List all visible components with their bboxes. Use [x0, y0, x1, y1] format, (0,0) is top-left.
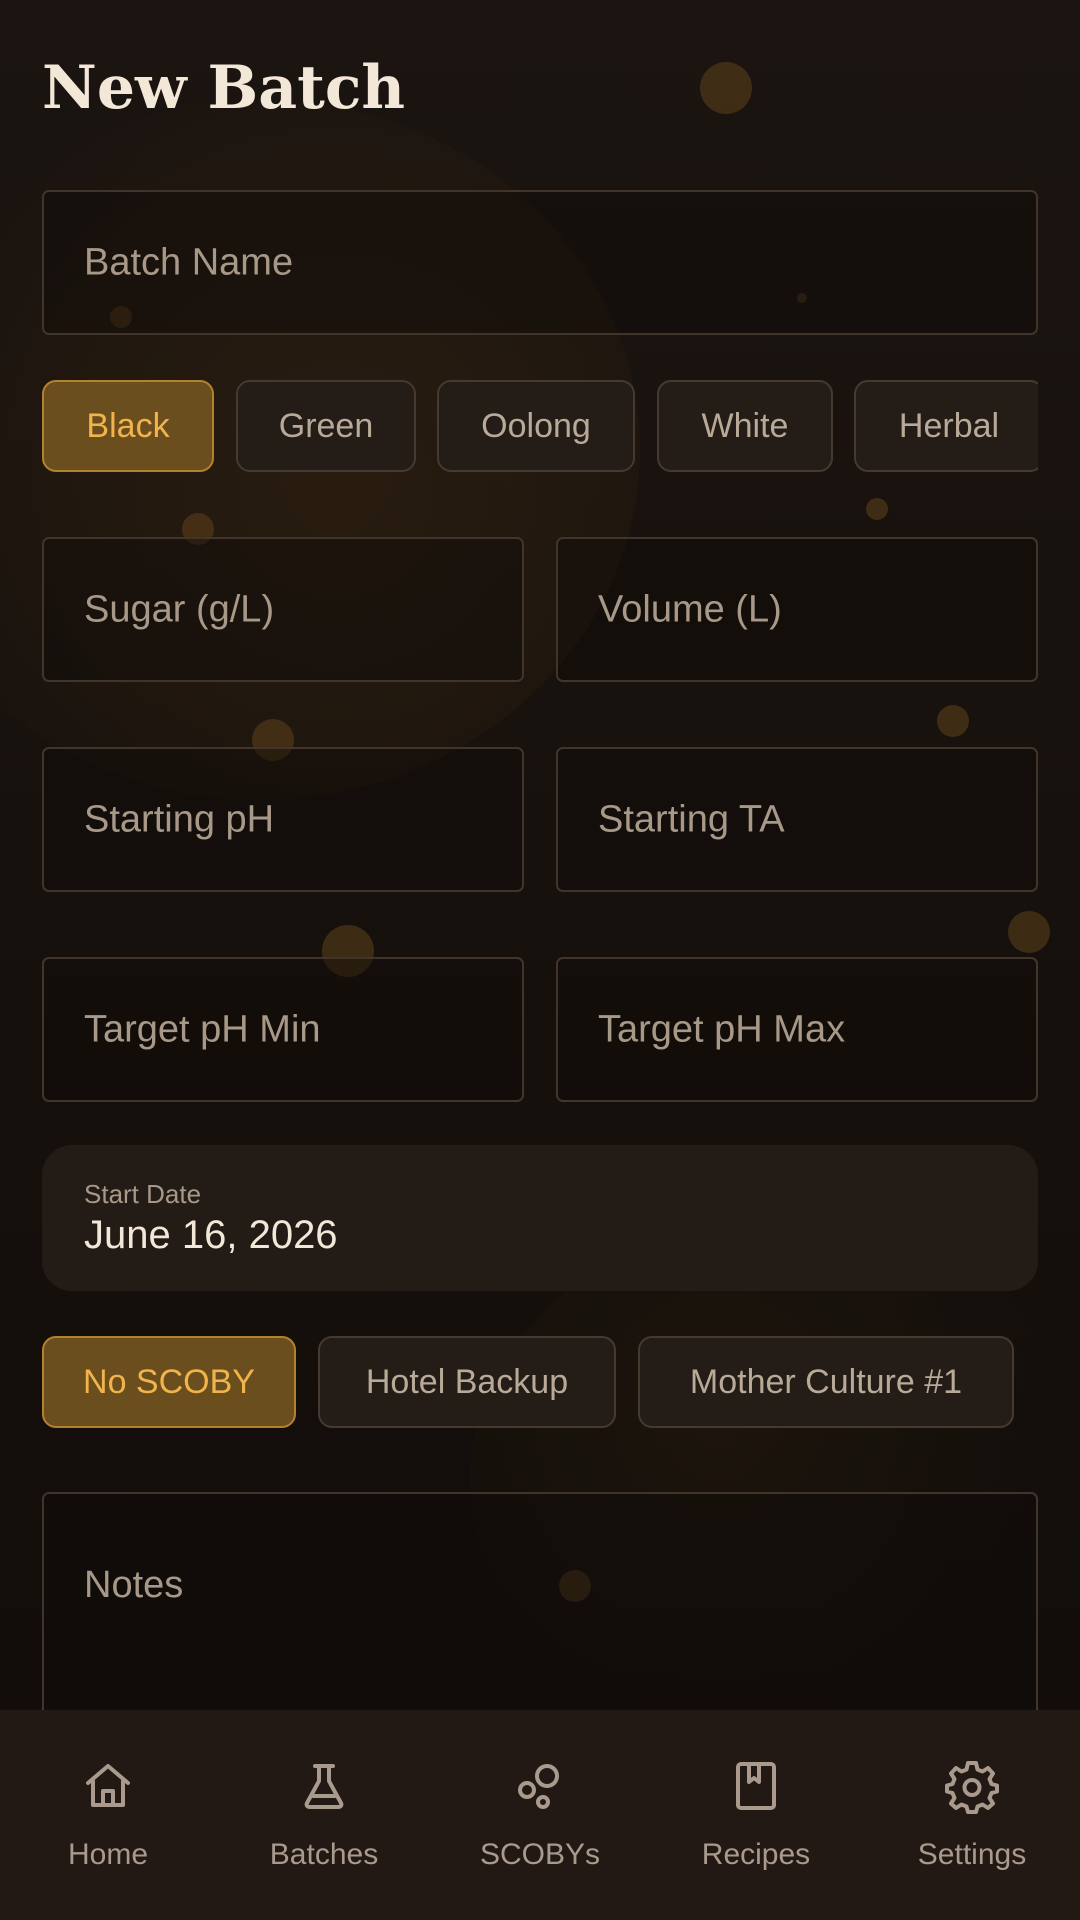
nav-label-batches: Batches — [269, 1838, 379, 1871]
tea-type-chip-white[interactable]: White — [657, 380, 833, 472]
chip-label: Hotel Backup — [365, 1362, 569, 1401]
page-title: New Batch — [42, 53, 406, 123]
target-ph-min-field[interactable]: Target pH Min — [42, 957, 524, 1102]
tea-type-chip-oolong[interactable]: Oolong — [437, 380, 635, 472]
start-date-picker[interactable]: Start Date June 16, 2026 — [42, 1145, 1038, 1291]
nav-item-settings[interactable]: Settings — [864, 1710, 1080, 1920]
chip-label: No SCOBY — [83, 1362, 255, 1401]
nav-item-batches[interactable]: Batches — [216, 1710, 432, 1920]
nav-item-home[interactable]: Home — [0, 1710, 216, 1920]
nav-label-scobys: SCOBYs — [479, 1838, 601, 1871]
tea-type-chip-black[interactable]: Black — [42, 380, 214, 472]
start-date-value: June 16, 2026 — [84, 1213, 338, 1257]
scoby-chip-mother-culture[interactable]: Mother Culture #1 — [638, 1336, 1014, 1428]
sugar-placeholder: Sugar (g/L) — [84, 588, 275, 630]
nav-label-settings: Settings — [917, 1838, 1027, 1871]
tea-type-chip-green[interactable]: Green — [236, 380, 416, 472]
gear-icon — [944, 1758, 1000, 1814]
volume-field[interactable]: Volume (L) — [556, 537, 1038, 682]
flask-icon — [296, 1758, 352, 1814]
starting-ta-placeholder: Starting TA — [598, 798, 785, 840]
new-batch-form: New Batch Batch Name Black Green Oolong … — [42, 0, 1038, 1752]
sugar-field[interactable]: Sugar (g/L) — [42, 537, 524, 682]
target-ph-max-field[interactable]: Target pH Max — [556, 957, 1038, 1102]
starting-ta-field[interactable]: Starting TA — [556, 747, 1038, 892]
chip-label: White — [701, 406, 789, 445]
tea-type-chip-herbal[interactable]: Herbal — [854, 380, 1038, 472]
scoby-chip-hotel-backup[interactable]: Hotel Backup — [318, 1336, 616, 1428]
batch-name-field[interactable]: Batch Name — [42, 190, 1038, 335]
volume-placeholder: Volume (L) — [598, 588, 782, 630]
scoby-icon — [512, 1758, 568, 1814]
book-icon — [728, 1758, 784, 1814]
chip-label: Green — [278, 406, 374, 445]
chip-label: Mother Culture #1 — [689, 1362, 963, 1401]
chip-label: Black — [86, 406, 170, 445]
nav-label-home: Home — [67, 1838, 149, 1871]
starting-ph-field[interactable]: Starting pH — [42, 747, 524, 892]
home-icon — [80, 1758, 136, 1814]
scoby-selector: No SCOBY Hotel Backup Mother Culture #1 — [42, 1336, 1038, 1428]
target-ph-max-placeholder: Target pH Max — [598, 1008, 846, 1050]
target-ph-min-placeholder: Target pH Min — [84, 1008, 321, 1050]
bottom-navigation: Home Batches SCOBYs Recipes Settings — [0, 1710, 1080, 1920]
start-date-label: Start Date — [84, 1179, 202, 1209]
chip-label: Herbal — [898, 406, 1000, 445]
batch-name-placeholder: Batch Name — [84, 241, 294, 283]
nav-item-scobys[interactable]: SCOBYs — [432, 1710, 648, 1920]
nav-item-recipes[interactable]: Recipes — [648, 1710, 864, 1920]
notes-placeholder: Notes — [84, 1564, 184, 1606]
tea-type-selector: Black Green Oolong White Herbal — [42, 380, 1038, 472]
nav-label-recipes: Recipes — [701, 1838, 811, 1871]
starting-ph-placeholder: Starting pH — [84, 798, 275, 840]
scoby-chip-no-scoby[interactable]: No SCOBY — [42, 1336, 296, 1428]
chip-label: Oolong — [481, 406, 591, 445]
